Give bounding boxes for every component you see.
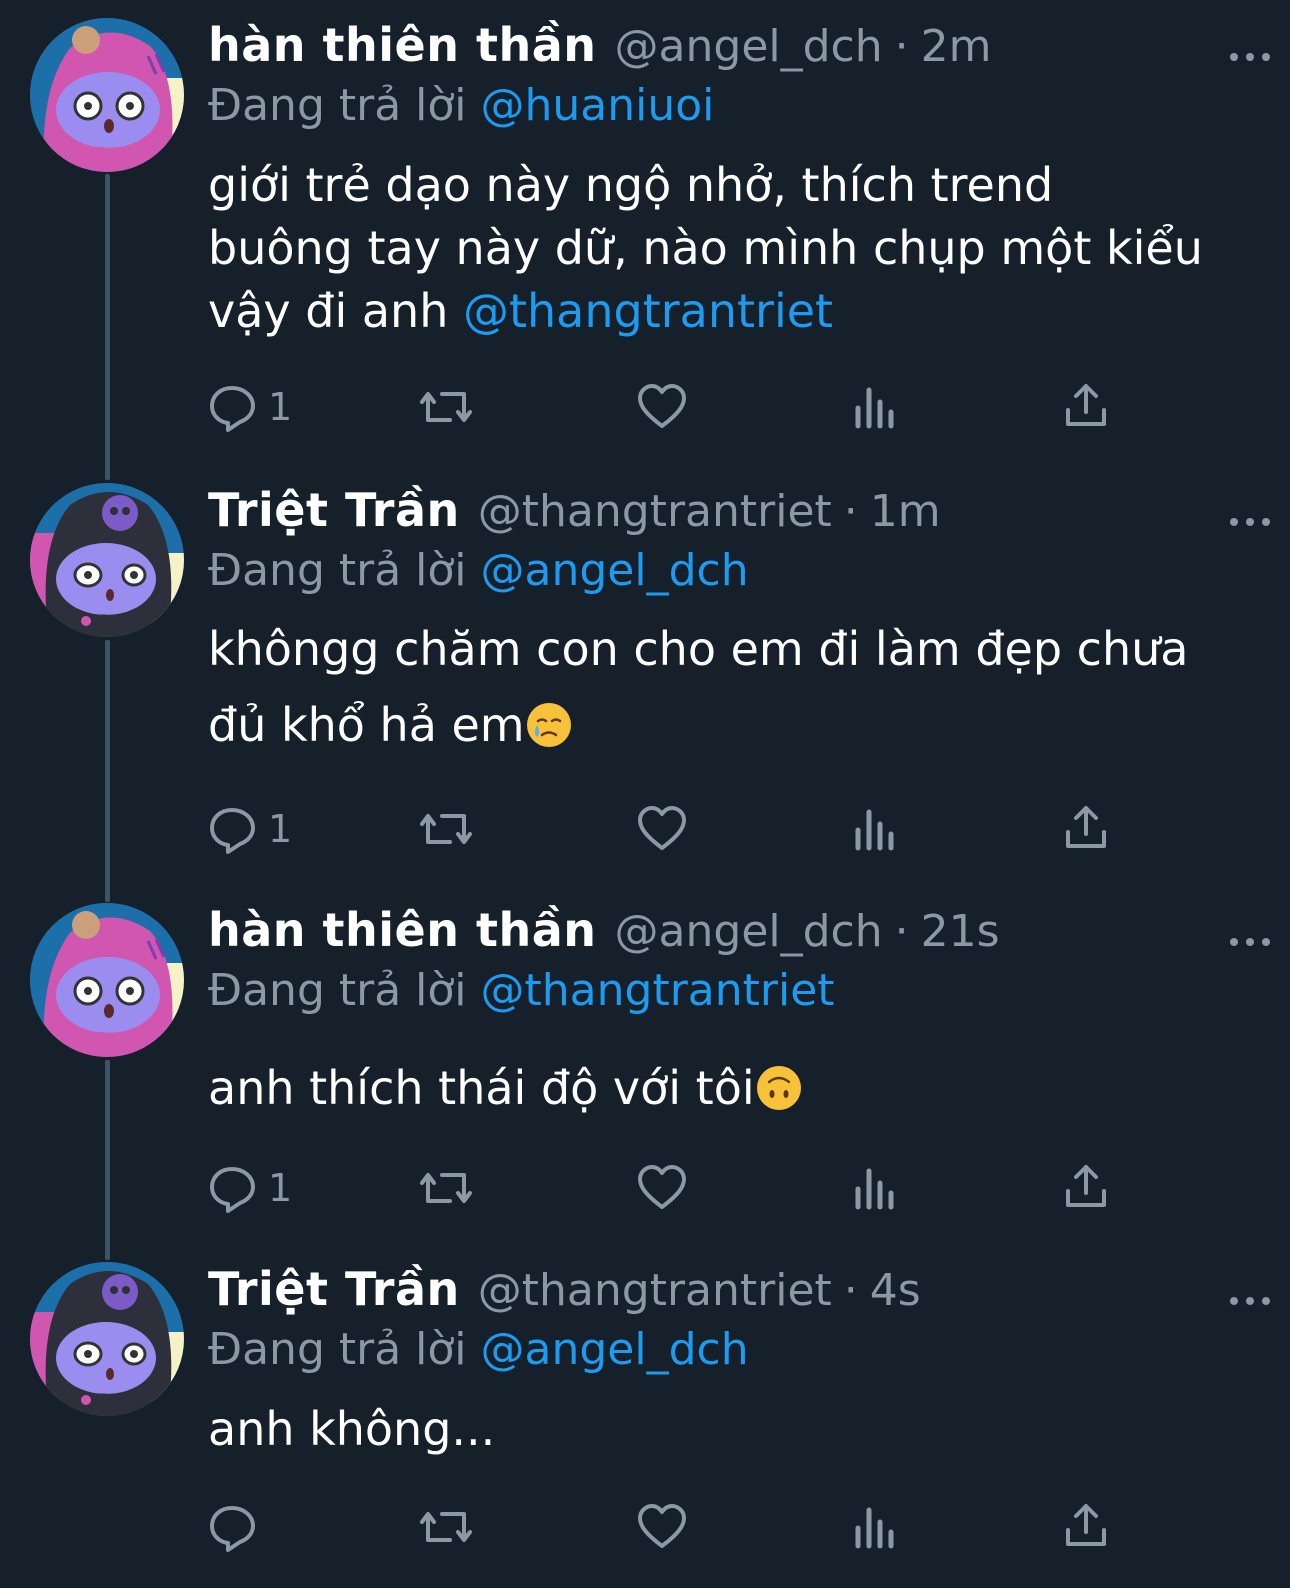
more-icon[interactable] [1230, 517, 1270, 527]
share-button[interactable] [1064, 804, 1108, 854]
tweet-text-line: vậy đi anh [208, 284, 463, 338]
like-icon [638, 1504, 686, 1548]
timestamp[interactable]: 1m [870, 486, 941, 537]
analytics-icon [852, 382, 898, 432]
like-icon [638, 1165, 686, 1209]
timestamp[interactable]: 21s [921, 906, 1000, 957]
retweet-button[interactable] [418, 1502, 474, 1552]
reply-to-mention[interactable]: @huaniuoi [481, 80, 715, 131]
avatar[interactable] [30, 903, 184, 1057]
separator-dot: · [843, 486, 858, 537]
tweet-text: giới trẻ dạo này ngộ nhở, thích trend bu… [208, 154, 1248, 343]
share-button[interactable] [1064, 382, 1108, 432]
tweet-text: anh không... [208, 1398, 1248, 1461]
mention-link[interactable]: @thangtrantriet [463, 284, 833, 338]
reply-icon [210, 1506, 255, 1552]
separator-dot: · [843, 1265, 858, 1316]
share-icon [1066, 1504, 1106, 1546]
reply-icon [210, 386, 255, 432]
timestamp[interactable]: 2m [921, 21, 992, 72]
retweet-icon [420, 392, 472, 422]
tweet-text-line: buông tay này dữ, nào mình chụp một kiểu [208, 221, 1203, 275]
retweet-button[interactable] [418, 382, 474, 432]
reply-button[interactable]: 1 [208, 804, 292, 854]
tweet-text-line: giới trẻ dạo này ngộ nhở, thích trend [208, 158, 1054, 212]
reply-button[interactable] [208, 1502, 268, 1552]
reply-prefix: Đang trả lời [208, 80, 467, 131]
retweet-button[interactable] [418, 804, 474, 854]
user-handle[interactable]: @angel_dch [615, 906, 883, 957]
reply-icon [210, 808, 255, 854]
display-name[interactable]: Triệt Trần [208, 1262, 460, 1316]
analytics-icon [852, 1163, 898, 1213]
thread-connector [105, 174, 110, 480]
user-handle[interactable]: @thangtrantriet [478, 486, 832, 537]
reply-count: 1 [268, 385, 293, 429]
avatar[interactable] [30, 1262, 184, 1416]
display-name[interactable]: hàn thiên thần [208, 903, 597, 957]
reply-button[interactable]: 1 [208, 382, 292, 432]
avatar[interactable] [30, 18, 184, 172]
reply-prefix: Đang trả lời [208, 1324, 467, 1375]
reply-to-mention[interactable]: @thangtrantriet [481, 965, 835, 1016]
avatar[interactable] [30, 483, 184, 637]
retweet-button[interactable] [418, 1163, 474, 1213]
share-button[interactable] [1064, 1502, 1108, 1552]
tweet-text-line: anh không... [208, 1402, 496, 1456]
timestamp[interactable]: 4s [870, 1265, 921, 1316]
display-name[interactable]: hàn thiên thần [208, 18, 597, 72]
reply-prefix: Đang trả lời [208, 545, 467, 596]
like-button[interactable] [636, 382, 688, 432]
reply-prefix: Đang trả lời [208, 965, 467, 1016]
user-handle[interactable]: @thangtrantriet [478, 1265, 832, 1316]
retweet-icon [420, 1173, 472, 1203]
share-button[interactable] [1064, 1163, 1108, 1213]
tweet-text-line: khôngg chăm con cho em đi làm đẹp chưa [208, 622, 1189, 676]
reply-button[interactable]: 1 [208, 1163, 292, 1213]
analytics-button[interactable] [852, 382, 898, 432]
thread-connector [105, 1060, 110, 1260]
retweet-icon [420, 814, 472, 844]
retweet-icon [420, 1512, 472, 1542]
share-icon [1066, 1165, 1106, 1207]
share-icon [1066, 384, 1106, 426]
analytics-icon [852, 1502, 898, 1552]
reply-count: 1 [268, 1166, 293, 1210]
more-icon[interactable] [1230, 1296, 1270, 1306]
like-icon [638, 384, 686, 428]
more-icon[interactable] [1230, 52, 1270, 62]
reply-icon [210, 1167, 255, 1213]
like-button[interactable] [636, 1502, 688, 1552]
tweet-text-line: anh thích thái độ với tôi [208, 1061, 755, 1115]
tweet-text-line: đủ khổ hả em [208, 698, 525, 752]
reply-count: 1 [268, 807, 293, 851]
separator-dot: · [894, 906, 909, 957]
tweet-text: khôngg chăm con cho em đi làm đẹp chưa đ… [208, 611, 1248, 763]
like-button[interactable] [636, 1163, 688, 1213]
user-handle[interactable]: @angel_dch [615, 21, 883, 72]
more-icon[interactable] [1230, 937, 1270, 947]
crying-face-icon [526, 703, 571, 747]
share-icon [1066, 806, 1106, 848]
display-name[interactable]: Triệt Trần [208, 483, 460, 537]
upside-down-face-icon [756, 1066, 801, 1110]
analytics-button[interactable] [852, 1502, 898, 1552]
reply-to-mention[interactable]: @angel_dch [481, 1324, 749, 1375]
separator-dot: · [894, 21, 909, 72]
analytics-button[interactable] [852, 804, 898, 854]
like-button[interactable] [636, 804, 688, 854]
like-icon [638, 806, 686, 850]
tweet-text: anh thích thái độ với tôi [208, 1057, 1248, 1120]
reply-to-mention[interactable]: @angel_dch [481, 545, 749, 596]
analytics-button[interactable] [852, 1163, 898, 1213]
thread-connector [105, 640, 110, 902]
analytics-icon [852, 804, 898, 854]
